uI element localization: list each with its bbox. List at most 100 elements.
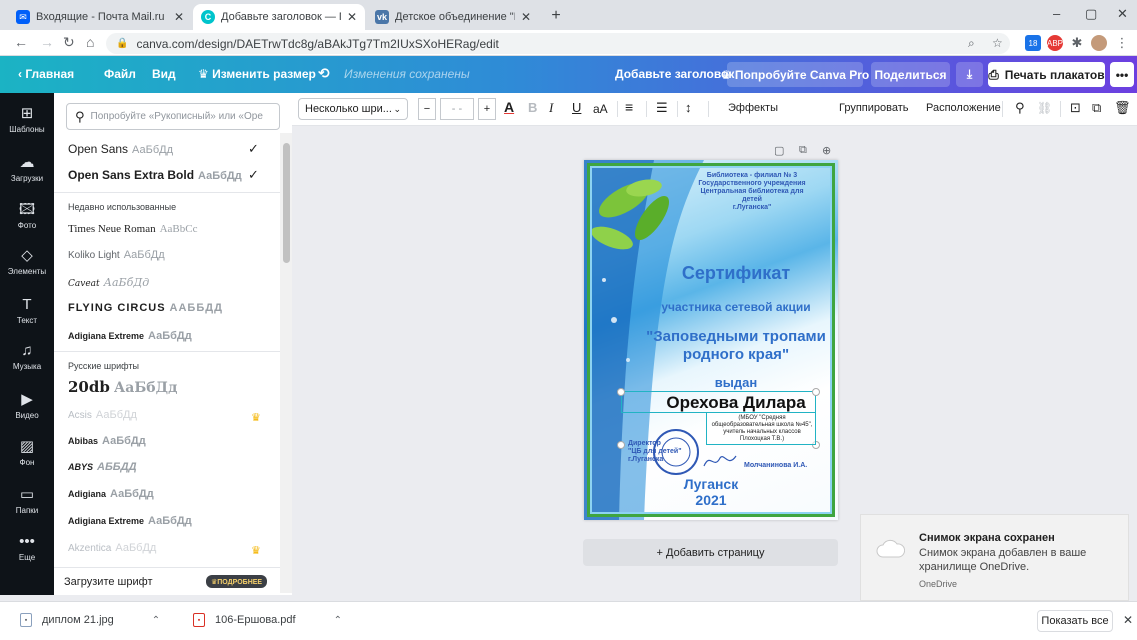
font-size-input[interactable]: - - — [440, 98, 474, 120]
close-icon[interactable]: ✕ — [174, 10, 184, 24]
font-size-decrease[interactable]: − — [418, 98, 436, 120]
try-pro-button[interactable]: ♛ Попробуйте Canva Pro — [721, 62, 869, 87]
selection-box[interactable] — [621, 391, 816, 413]
font-list-scroll-thumb[interactable] — [283, 143, 290, 263]
rail-elements[interactable]: ◇ Элементы — [0, 247, 54, 276]
back-arrow-icon[interactable]: ← — [14, 34, 28, 50]
chevron-up-icon[interactable]: ⌃ — [334, 615, 342, 626]
rail-uploads[interactable]: ☁ Загрузки — [0, 154, 54, 183]
forward-arrow-icon[interactable]: → — [40, 34, 54, 50]
campaign-line-2[interactable]: родного края" — [609, 346, 838, 363]
home-link[interactable]: ‹ Главная — [18, 67, 74, 81]
lock-icon[interactable]: ⊡ — [1070, 100, 1081, 116]
home-icon[interactable]: ⌂ — [86, 34, 94, 50]
certificate-title[interactable]: Сертификат — [609, 263, 838, 284]
extension-calendar-icon[interactable]: 18 — [1025, 35, 1041, 51]
design-page[interactable]: Библиотека - филиал № 3 Государственного… — [584, 160, 838, 520]
font-item-times[interactable]: Times Neue Roman AaBbCc — [68, 223, 268, 235]
rail-more[interactable]: ••• Еще — [0, 533, 54, 562]
font-size-increase[interactable]: + — [478, 98, 496, 120]
resize-button[interactable]: ♛ Изменить размер — [198, 67, 316, 81]
rail-templates[interactable]: ⊞ Шаблоны — [0, 105, 54, 134]
page-duplicate-icon[interactable]: ⧉ — [799, 144, 807, 157]
tab-vk[interactable]: vk Детское объединение "Бересте ✕ — [367, 4, 539, 30]
page-add-icon[interactable]: ⊕ — [822, 144, 831, 157]
adblock-icon[interactable]: ABP — [1047, 35, 1063, 51]
school-text-box[interactable]: (МБОУ "Средняя общеобразовательная школа… — [706, 412, 816, 445]
duplicate-icon[interactable]: ⧉ — [1092, 100, 1101, 116]
font-family-dropdown[interactable]: Несколько шри... ⌄ — [298, 98, 408, 120]
window-close-button[interactable]: ✕ — [1117, 6, 1128, 22]
close-icon[interactable]: ✕ — [521, 10, 531, 24]
copy-style-icon[interactable]: ⚲ — [1015, 100, 1025, 116]
rail-text[interactable]: T Текст — [0, 296, 54, 325]
close-shelf-icon[interactable]: ✕ — [1123, 613, 1133, 627]
italic-button[interactable]: I — [549, 100, 553, 116]
font-item-abys[interactable]: ABYS АББДД — [68, 461, 268, 473]
zoom-icon[interactable]: ⌕ — [968, 36, 975, 51]
font-item-open-sans[interactable]: Open Sans АаБбДд — [68, 142, 268, 156]
view-menu[interactable]: Вид — [152, 67, 176, 81]
rail-photos[interactable]: 🖾 Фото — [0, 201, 54, 230]
align-center-icon[interactable]: ≡ — [625, 99, 633, 115]
resize-handle[interactable] — [617, 388, 625, 396]
text-color-icon[interactable]: A — [504, 99, 514, 115]
font-item-acsis[interactable]: Acsis АаБбДд — [68, 409, 268, 421]
rail-background[interactable]: ▨ Фон — [0, 438, 54, 467]
font-search-input[interactable]: ⚲ Попробуйте «Рукописный» или «Оре — [66, 103, 280, 130]
close-icon[interactable]: ✕ — [347, 10, 357, 24]
more-options-button[interactable]: ••• — [1110, 62, 1134, 87]
underline-button[interactable]: U — [572, 100, 581, 115]
extensions-puzzle-icon[interactable]: ✱ — [1069, 35, 1085, 51]
learn-more-badge[interactable]: ♛ПОДРОБНЕЕ — [206, 575, 268, 588]
profile-avatar-icon[interactable] — [1091, 35, 1107, 51]
group-button[interactable]: Группировать — [839, 102, 909, 114]
minimize-button[interactable]: – — [1053, 6, 1060, 21]
onedrive-toast[interactable]: Снимок экрана сохранен Снимок экрана доб… — [860, 514, 1129, 601]
font-item-adigiana[interactable]: Adigiana АаБбДд — [68, 488, 268, 500]
font-item-abibas[interactable]: Abibas АаБбДд — [68, 435, 268, 447]
font-item-flying-circus[interactable]: FLYING CIRCUS ААББДД — [68, 302, 268, 314]
issued-label[interactable]: выдан — [609, 375, 838, 390]
browser-menu-icon[interactable]: ⋮ — [1114, 35, 1130, 51]
show-all-downloads-button[interactable]: Показать все — [1037, 610, 1113, 632]
letter-case-button[interactable]: aA — [593, 102, 608, 116]
link-icon[interactable]: ⛓ — [1037, 101, 1052, 115]
tab-mail[interactable]: ✉ Входящие - Почта Mail.ru ✕ — [8, 4, 192, 30]
trash-icon[interactable]: 🗑 — [1114, 100, 1131, 116]
campaign-line-1[interactable]: "Заповедными тропами — [609, 328, 838, 345]
file-menu[interactable]: Файл — [104, 67, 136, 81]
rail-folders[interactable]: ▭ Папки — [0, 486, 54, 515]
page-notes-icon[interactable]: ▢ — [774, 144, 784, 157]
print-posters-button[interactable]: ⎙ Печать плакатов — [988, 62, 1105, 87]
share-button[interactable]: Поделиться — [871, 62, 950, 87]
rail-video[interactable]: ▶ Видео — [0, 391, 54, 420]
certificate-city[interactable]: Луганск — [584, 476, 838, 492]
add-page-button[interactable]: + Добавить страницу — [583, 539, 838, 566]
download-button[interactable]: ⤓ — [956, 62, 983, 87]
font-item-adigiana-extreme-ru[interactable]: Adigiana Extreme АаБбДд — [68, 515, 268, 527]
new-tab-button[interactable]: + — [546, 6, 566, 26]
font-item-koliko[interactable]: Koliko Light АаБбДд — [68, 249, 268, 261]
bold-button[interactable]: B — [528, 100, 537, 115]
certificate-year[interactable]: 2021 — [584, 492, 838, 508]
undo-icon[interactable]: ⟲ — [318, 65, 330, 82]
resize-handle[interactable] — [617, 441, 625, 449]
bookmark-star-icon[interactable]: ☆ — [992, 36, 1003, 50]
effects-button[interactable]: Эффекты — [728, 102, 778, 114]
url-field[interactable]: 🔒 canva.com/design/DAETrwTdc8g/aBAkJTg7T… — [106, 33, 1010, 54]
line-spacing-icon[interactable]: ↕ — [685, 100, 692, 115]
font-item-adigiana-extreme[interactable]: Adigiana Extreme АаБбДд — [68, 330, 268, 342]
download-item-pdf[interactable]: ▪ 106-Ершова.pdf ⌃ — [193, 613, 342, 627]
list-icon[interactable]: ☰ — [656, 100, 668, 116]
design-title[interactable]: Добавьте заголовок — [615, 67, 734, 81]
download-item-image[interactable]: ▪ диплом 21.jpg ⌃ — [20, 613, 160, 627]
certificate-subtitle[interactable]: участника сетевой акции — [609, 300, 838, 314]
font-item-20db[interactable]: 20db АаБбДд — [68, 378, 268, 396]
font-item-caveat[interactable]: Caveat АаБбДд — [68, 276, 268, 289]
tab-canva[interactable]: C Добавьте заголовок — Плакат ✕ — [193, 4, 365, 30]
resize-handle[interactable] — [812, 388, 820, 396]
font-item-akzentica[interactable]: Akzentica АаБбДд — [68, 542, 268, 554]
font-item-open-sans-extra-bold[interactable]: Open Sans Extra Bold АаБбДд — [68, 168, 268, 182]
maximize-button[interactable]: ▢ — [1085, 6, 1097, 22]
